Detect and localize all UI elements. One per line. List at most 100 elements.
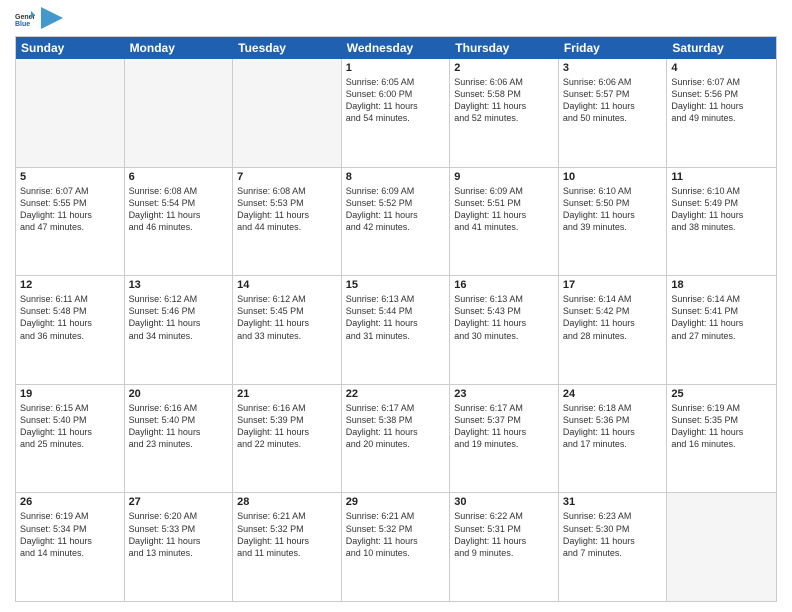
cell-info-line: Sunrise: 6:14 AM [563,293,663,305]
calendar-cell: 4Sunrise: 6:07 AMSunset: 5:56 PMDaylight… [667,59,776,167]
cell-info-line: Daylight: 11 hours [20,317,120,329]
calendar-cell: 6Sunrise: 6:08 AMSunset: 5:54 PMDaylight… [125,168,234,276]
calendar: SundayMondayTuesdayWednesdayThursdayFrid… [15,36,777,602]
cell-info-line: Daylight: 11 hours [671,100,772,112]
day-number: 19 [20,388,120,400]
cell-info-line: Sunrise: 6:22 AM [454,510,554,522]
cell-info-line: and 33 minutes. [237,330,337,342]
cell-info-line: Sunrise: 6:12 AM [237,293,337,305]
cell-info-line: Daylight: 11 hours [20,209,120,221]
cell-info-line: Sunset: 5:45 PM [237,305,337,317]
cell-info-line: and 7 minutes. [563,547,663,559]
calendar-cell: 25Sunrise: 6:19 AMSunset: 5:35 PMDayligh… [667,385,776,493]
cell-info-line: Sunset: 5:30 PM [563,523,663,535]
day-number: 26 [20,496,120,508]
cell-info-line: Daylight: 11 hours [671,209,772,221]
calendar-cell [667,493,776,601]
calendar-cell: 8Sunrise: 6:09 AMSunset: 5:52 PMDaylight… [342,168,451,276]
calendar-row: 5Sunrise: 6:07 AMSunset: 5:55 PMDaylight… [16,168,776,277]
cell-info-line: Sunset: 5:46 PM [129,305,229,317]
cell-info-line: Sunset: 5:33 PM [129,523,229,535]
calendar-cell: 14Sunrise: 6:12 AMSunset: 5:45 PMDayligh… [233,276,342,384]
cell-info-line: and 38 minutes. [671,221,772,233]
cell-info-line: Sunrise: 6:18 AM [563,402,663,414]
cell-info-line: Daylight: 11 hours [346,209,446,221]
cell-info-line: and 39 minutes. [563,221,663,233]
calendar-cell [233,59,342,167]
cell-info-line: Sunrise: 6:09 AM [346,185,446,197]
cell-info-line: Daylight: 11 hours [129,535,229,547]
calendar-cell: 2Sunrise: 6:06 AMSunset: 5:58 PMDaylight… [450,59,559,167]
day-number: 6 [129,171,229,183]
calendar-cell: 5Sunrise: 6:07 AMSunset: 5:55 PMDaylight… [16,168,125,276]
cell-info-line: Daylight: 11 hours [346,535,446,547]
cell-info-line: Daylight: 11 hours [20,426,120,438]
cell-info-line: Sunrise: 6:07 AM [671,76,772,88]
day-number: 2 [454,62,554,74]
cell-info-line: Daylight: 11 hours [563,317,663,329]
cell-info-line: Sunrise: 6:10 AM [563,185,663,197]
cell-info-line: Sunset: 5:53 PM [237,197,337,209]
cell-info-line: and 23 minutes. [129,438,229,450]
cell-info-line: Sunrise: 6:07 AM [20,185,120,197]
cell-info-line: Sunset: 5:40 PM [20,414,120,426]
day-number: 9 [454,171,554,183]
cell-info-line: Sunset: 5:38 PM [346,414,446,426]
calendar-cell: 22Sunrise: 6:17 AMSunset: 5:38 PMDayligh… [342,385,451,493]
cell-info-line: and 25 minutes. [20,438,120,450]
calendar-cell: 11Sunrise: 6:10 AMSunset: 5:49 PMDayligh… [667,168,776,276]
day-number: 14 [237,279,337,291]
cell-info-line: and 36 minutes. [20,330,120,342]
cell-info-line: Daylight: 11 hours [563,100,663,112]
cell-info-line: Sunrise: 6:23 AM [563,510,663,522]
calendar-cell: 30Sunrise: 6:22 AMSunset: 5:31 PMDayligh… [450,493,559,601]
cell-info-line: Daylight: 11 hours [129,426,229,438]
cell-info-line: Sunset: 5:52 PM [346,197,446,209]
day-number: 5 [20,171,120,183]
cell-info-line: Sunset: 5:32 PM [346,523,446,535]
cell-info-line: Sunset: 6:00 PM [346,88,446,100]
cell-info-line: Sunrise: 6:12 AM [129,293,229,305]
logo: General Blue [15,10,63,30]
cell-info-line: Sunrise: 6:13 AM [454,293,554,305]
cell-info-line: and 28 minutes. [563,330,663,342]
day-number: 12 [20,279,120,291]
cell-info-line: Daylight: 11 hours [454,426,554,438]
day-number: 23 [454,388,554,400]
cell-info-line: Sunset: 5:51 PM [454,197,554,209]
cell-info-line: Sunrise: 6:19 AM [671,402,772,414]
cell-info-line: Daylight: 11 hours [671,317,772,329]
cell-info-line: Daylight: 11 hours [671,426,772,438]
logo-icon: General Blue [15,10,35,30]
cell-info-line: and 52 minutes. [454,112,554,124]
calendar-cell: 15Sunrise: 6:13 AMSunset: 5:44 PMDayligh… [342,276,451,384]
cell-info-line: Sunset: 5:57 PM [563,88,663,100]
day-number: 25 [671,388,772,400]
cell-info-line: and 14 minutes. [20,547,120,559]
day-number: 30 [454,496,554,508]
cell-info-line: Sunrise: 6:19 AM [20,510,120,522]
cell-info-line: and 19 minutes. [454,438,554,450]
cell-info-line: Daylight: 11 hours [346,426,446,438]
cell-info-line: Sunrise: 6:16 AM [237,402,337,414]
calendar-header: SundayMondayTuesdayWednesdayThursdayFrid… [16,37,776,59]
cell-info-line: and 54 minutes. [346,112,446,124]
day-number: 28 [237,496,337,508]
cell-info-line: and 9 minutes. [454,547,554,559]
calendar-row: 1Sunrise: 6:05 AMSunset: 6:00 PMDaylight… [16,59,776,168]
calendar-cell: 10Sunrise: 6:10 AMSunset: 5:50 PMDayligh… [559,168,668,276]
cell-info-line: Sunrise: 6:08 AM [237,185,337,197]
header: General Blue [15,10,777,30]
cell-info-line: Daylight: 11 hours [563,535,663,547]
cell-info-line: and 10 minutes. [346,547,446,559]
cell-info-line: Daylight: 11 hours [563,209,663,221]
cell-info-line: and 16 minutes. [671,438,772,450]
cell-info-line: Sunset: 5:41 PM [671,305,772,317]
day-of-week-header: Tuesday [233,37,342,59]
cell-info-line: Sunset: 5:40 PM [129,414,229,426]
cell-info-line: Sunrise: 6:17 AM [454,402,554,414]
cell-info-line: Sunset: 5:43 PM [454,305,554,317]
cell-info-line: Daylight: 11 hours [454,317,554,329]
page: General Blue SundayMondayTuesdayWednesda… [0,0,792,612]
day-number: 11 [671,171,772,183]
